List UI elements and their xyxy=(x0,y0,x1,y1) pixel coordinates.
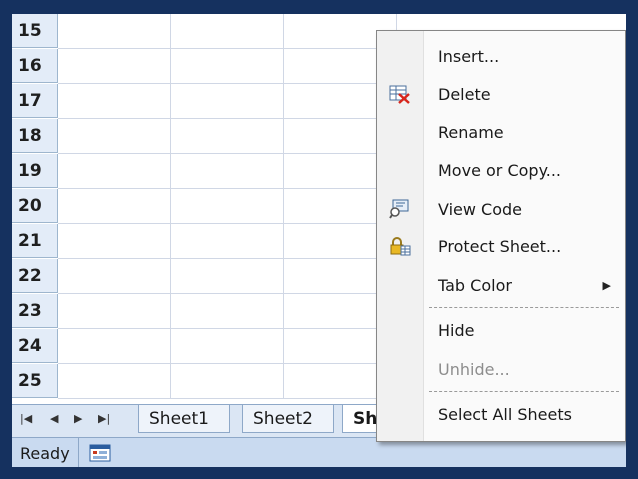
submenu-arrow-icon: ▶ xyxy=(602,278,611,292)
cell[interactable] xyxy=(58,84,171,119)
macro-record-icon[interactable] xyxy=(89,444,111,462)
row-header[interactable]: 17 xyxy=(12,84,58,118)
protect-sheet-icon xyxy=(389,236,411,256)
cell[interactable] xyxy=(58,189,171,224)
cell[interactable] xyxy=(58,329,171,364)
cell[interactable] xyxy=(58,119,171,154)
menu-item-label: Rename xyxy=(438,122,504,142)
last-sheet-button[interactable]: ▶| xyxy=(98,412,110,425)
menu-item-label: Move or Copy... xyxy=(438,160,562,180)
cell[interactable] xyxy=(171,119,284,154)
menu-item-select-all-sheets[interactable]: Select All Sheets xyxy=(377,397,625,431)
next-sheet-button[interactable]: ▶ xyxy=(74,412,82,425)
prev-sheet-button[interactable]: ◀ xyxy=(50,412,58,425)
sheet-tab[interactable]: Sheet1 xyxy=(138,405,230,433)
row-header[interactable]: 18 xyxy=(12,119,58,153)
cell[interactable] xyxy=(171,14,284,49)
menu-item-label: Tab Color xyxy=(438,275,512,295)
cell[interactable] xyxy=(171,84,284,119)
sheet-tab[interactable]: Sheet2 xyxy=(242,405,334,433)
cell[interactable] xyxy=(171,329,284,364)
cell[interactable] xyxy=(171,224,284,259)
cell[interactable] xyxy=(58,154,171,189)
cell[interactable] xyxy=(58,49,171,84)
view-code-icon xyxy=(389,199,411,219)
cell[interactable] xyxy=(171,364,284,399)
cell[interactable] xyxy=(171,49,284,84)
menu-item-unhide: Unhide... xyxy=(377,352,625,386)
menu-separator xyxy=(429,307,619,308)
menu-item-view-code[interactable]: View Code xyxy=(377,192,625,226)
row-header[interactable]: 25 xyxy=(12,364,58,398)
row-header[interactable]: 16 xyxy=(12,49,58,83)
menu-item-label: Insert... xyxy=(438,46,500,66)
row-header[interactable]: 24 xyxy=(12,329,58,363)
sheet-context-menu: Insert... Delete Rename Move or Copy... xyxy=(376,30,626,442)
first-sheet-button[interactable]: |◀ xyxy=(20,412,32,425)
status-ready: Ready xyxy=(12,438,79,467)
cell[interactable] xyxy=(171,154,284,189)
menu-item-label: Select All Sheets xyxy=(438,404,572,424)
menu-item-tab-color[interactable]: Tab Color ▶ xyxy=(377,268,625,302)
cell[interactable] xyxy=(58,259,171,294)
row-header[interactable]: 23 xyxy=(12,294,58,328)
menu-item-label: Protect Sheet... xyxy=(438,236,562,256)
cell[interactable] xyxy=(58,14,171,49)
menu-separator xyxy=(429,391,619,392)
row-header[interactable]: 19 xyxy=(12,154,58,188)
menu-item-insert[interactable]: Insert... xyxy=(377,39,625,73)
menu-item-label: Hide xyxy=(438,320,475,340)
delete-sheet-icon xyxy=(389,84,411,104)
excel-window: 15 16 17 18 19 20 21 22 23 24 25 |◀ ◀ ▶ … xyxy=(12,14,626,467)
menu-item-label: View Code xyxy=(438,199,523,219)
row-header[interactable]: 15 xyxy=(12,14,58,48)
menu-item-delete[interactable]: Delete xyxy=(377,77,625,111)
row-header[interactable]: 20 xyxy=(12,189,58,223)
cell[interactable] xyxy=(58,364,171,399)
cell[interactable] xyxy=(171,294,284,329)
menu-item-hide[interactable]: Hide xyxy=(377,313,625,347)
menu-item-label: Unhide... xyxy=(438,359,510,379)
cell[interactable] xyxy=(58,224,171,259)
menu-item-rename[interactable]: Rename xyxy=(377,115,625,149)
cell[interactable] xyxy=(58,294,171,329)
menu-item-protect-sheet[interactable]: Protect Sheet... xyxy=(377,229,625,263)
cell[interactable] xyxy=(171,189,284,224)
menu-item-move-or-copy[interactable]: Move or Copy... xyxy=(377,153,625,187)
cell[interactable] xyxy=(171,259,284,294)
menu-item-label: Delete xyxy=(438,84,491,104)
row-header[interactable]: 22 xyxy=(12,259,58,293)
row-header[interactable]: 21 xyxy=(12,224,58,258)
